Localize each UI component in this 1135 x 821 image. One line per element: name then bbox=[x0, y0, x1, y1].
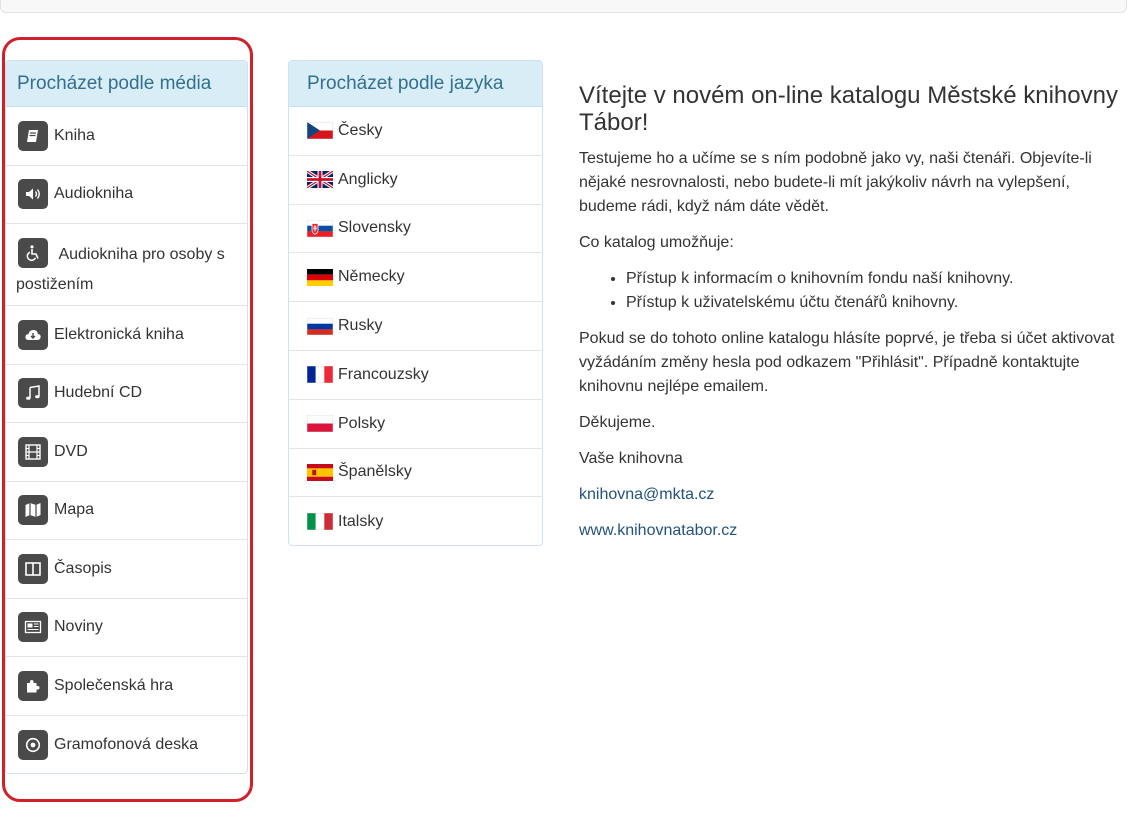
media-item-label: Gramofonová deska bbox=[54, 735, 199, 753]
language-panel-title: Procházet podle jazyka bbox=[289, 61, 542, 107]
language-item-label: Polsky bbox=[338, 414, 386, 432]
language-item-cesky[interactable]: Česky bbox=[289, 107, 542, 156]
language-item-slovensky[interactable]: Slovensky bbox=[289, 205, 542, 254]
media-item-dvd[interactable]: DVD bbox=[6, 423, 247, 482]
book-icon bbox=[18, 120, 48, 151]
wheelchair-icon bbox=[18, 237, 48, 268]
media-item-gramofonova-deska[interactable]: Gramofonová deska bbox=[6, 716, 247, 775]
features-list: Přístup k informacím o knihovním fondu n… bbox=[626, 267, 1127, 315]
browse-by-media-panel: Procházet podle média Kniha Audiokniha A… bbox=[5, 60, 248, 774]
thanks-text: Děkujeme. bbox=[579, 414, 656, 431]
speaker-icon bbox=[18, 179, 48, 210]
feature-item: Přístup k informacím o knihovním fondu n… bbox=[626, 267, 1127, 291]
media-item-label: Audiokniha bbox=[54, 185, 134, 203]
uk-flag-icon bbox=[307, 171, 333, 189]
media-item-elektronicka-kniha[interactable]: Elektronická kniha bbox=[6, 306, 247, 365]
language-item-anglicky[interactable]: Anglicky bbox=[289, 156, 542, 205]
czech-flag-icon bbox=[307, 122, 333, 140]
welcome-intro: Testujeme ho a učíme se s ním podobně ja… bbox=[579, 150, 1092, 215]
spanish-flag-icon bbox=[307, 463, 333, 481]
website-link[interactable]: www.knihovnatabor.cz bbox=[579, 522, 737, 539]
login-note: Pokud se do tohoto online katalogu hlásí… bbox=[579, 330, 1115, 395]
media-item-kniha[interactable]: Kniha bbox=[6, 107, 247, 166]
features-label: Co katalog umožňuje: bbox=[579, 234, 734, 251]
media-item-audiokniha-pro-osoby[interactable]: Audiokniha pro osoby s postižením bbox=[6, 224, 247, 306]
polish-flag-icon bbox=[307, 415, 333, 433]
language-item-label: Německy bbox=[338, 268, 405, 286]
media-panel-title: Procházet podle média bbox=[6, 61, 247, 107]
media-item-label: Mapa bbox=[54, 501, 95, 519]
vinyl-record-icon bbox=[18, 729, 48, 760]
language-item-rusky[interactable]: Rusky bbox=[289, 302, 542, 351]
language-item-label: Francouzsky bbox=[338, 365, 429, 383]
media-item-label: Kniha bbox=[54, 126, 95, 144]
media-item-noviny[interactable]: Noviny bbox=[6, 599, 247, 657]
language-item-nemecky[interactable]: Německy bbox=[289, 253, 542, 303]
language-item-label: Rusky bbox=[338, 317, 383, 335]
media-item-spolecenska-hra[interactable]: Společenská hra bbox=[6, 657, 247, 716]
feature-item: Přístup k uživatelskému účtu čtenářů kni… bbox=[626, 291, 1127, 315]
russian-flag-icon bbox=[307, 317, 333, 335]
language-item-spanelsky[interactable]: Španělsky bbox=[289, 449, 542, 498]
language-item-label: Španělsky bbox=[338, 463, 412, 481]
media-item-label: DVD bbox=[54, 442, 88, 460]
media-item-label: Časopis bbox=[54, 559, 112, 577]
media-item-label: Společenská hra bbox=[54, 676, 174, 694]
welcome-heading: Vítejte v novém on-line katalogu Městské… bbox=[579, 82, 1118, 136]
slovak-flag-icon bbox=[307, 219, 333, 237]
language-item-label: Česky bbox=[338, 121, 383, 139]
media-item-mapa[interactable]: Mapa bbox=[6, 482, 247, 540]
music-note-icon bbox=[18, 378, 48, 409]
map-icon bbox=[18, 495, 48, 526]
media-item-hudebni-cd[interactable]: Hudební CD bbox=[6, 365, 247, 423]
media-item-label: Hudební CD bbox=[54, 384, 143, 402]
media-item-label: Elektronická kniha bbox=[54, 325, 184, 343]
top-bar bbox=[0, 0, 1127, 13]
newspaper-icon bbox=[18, 612, 48, 643]
german-flag-icon bbox=[307, 268, 333, 286]
language-item-label: Italsky bbox=[338, 512, 384, 530]
language-item-polsky[interactable]: Polsky bbox=[289, 400, 542, 449]
signature-text: Vaše knihovna bbox=[579, 450, 683, 467]
french-flag-icon bbox=[307, 366, 333, 384]
language-item-label: Slovensky bbox=[338, 219, 411, 237]
welcome-section: Vítejte v novém on-line katalogu Městské… bbox=[579, 82, 1127, 555]
media-item-label: Noviny bbox=[54, 618, 103, 636]
cloud-download-icon bbox=[18, 319, 48, 350]
media-item-audiokniha[interactable]: Audiokniha bbox=[6, 166, 247, 224]
language-item-francouzsky[interactable]: Francouzsky bbox=[289, 351, 542, 400]
film-icon bbox=[18, 436, 48, 467]
language-item-label: Anglicky bbox=[338, 170, 398, 188]
browse-by-language-panel: Procházet podle jazyka Česky Anglicky Sl… bbox=[288, 60, 543, 546]
email-link[interactable]: knihovna@mkta.cz bbox=[579, 486, 714, 503]
media-item-casopis[interactable]: Časopis bbox=[6, 540, 247, 599]
language-item-italsky[interactable]: Italsky bbox=[289, 497, 542, 546]
puzzle-icon bbox=[18, 670, 48, 701]
italian-flag-icon bbox=[307, 513, 333, 531]
magazine-icon bbox=[18, 553, 48, 584]
